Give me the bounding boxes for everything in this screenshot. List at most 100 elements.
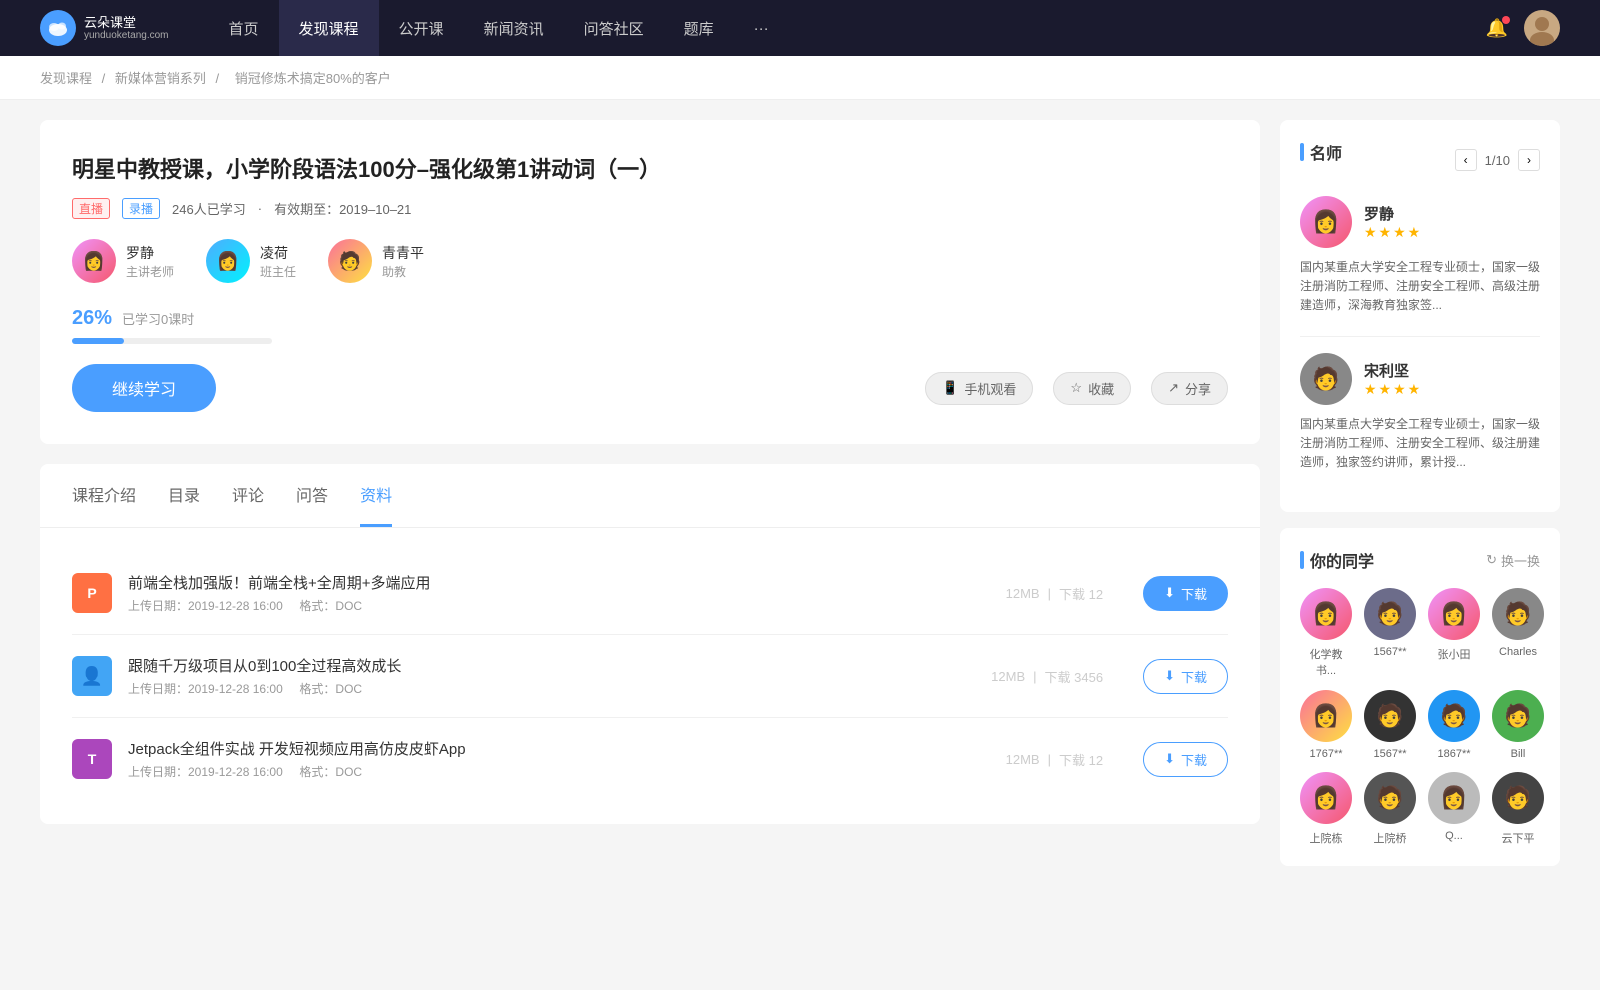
classmate-avatar-2[interactable]: 👩 [1428, 588, 1480, 640]
tab-catalog[interactable]: 目录 [168, 464, 200, 527]
notification-bell[interactable]: 🔔 [1486, 18, 1508, 39]
continue-button[interactable]: 继续学习 [72, 364, 216, 412]
instructor-avatar-1: 👩 [206, 239, 250, 283]
collect-button[interactable]: ☆ 收藏 [1053, 372, 1131, 405]
classmate-name-5: 1567** [1373, 748, 1406, 760]
classmate-avatar-7[interactable]: 🧑 [1492, 690, 1544, 742]
file-name-2: Jetpack全组件实战 开发短视频应用高仿皮皮虾App [128, 738, 990, 759]
tab-materials[interactable]: 资料 [360, 464, 392, 527]
instructor-avatar-0: 👩 [72, 239, 116, 283]
logo-sub: yunduoketang.com [84, 30, 169, 41]
download-icon-1: ⬇ [1164, 668, 1175, 684]
teacher-avatar-1[interactable]: 🧑 [1300, 353, 1352, 405]
instructor-name-2: 青青平 [382, 243, 424, 263]
download-icon-2: ⬇ [1164, 751, 1175, 767]
file-name-1: 跟随千万级项目从0到100全过程高效成长 [128, 655, 975, 676]
nav-public[interactable]: 公开课 [379, 0, 464, 56]
download-button-0[interactable]: ⬇ 下载 [1143, 576, 1228, 611]
tabs-body: P 前端全栈加强版！前端全栈+全周期+多端应用 上传日期：2019-12-28 … [40, 528, 1260, 824]
teacher-avatar-0[interactable]: 👩 [1300, 196, 1352, 248]
course-title: 明星中教授课，小学阶段语法100分–强化级第1讲动词（一） [72, 152, 1228, 184]
classmate-0: 👩 化学教书... [1300, 588, 1352, 678]
breadcrumb-series[interactable]: 新媒体营销系列 [115, 71, 206, 86]
classmate-avatar-8[interactable]: 👩 [1300, 772, 1352, 824]
breadcrumb-current: 销冠修炼术搞定80%的客户 [235, 71, 391, 86]
file-item-1: 👤 跟随千万级项目从0到100全过程高效成长 上传日期：2019-12-28 1… [72, 635, 1228, 718]
file-name-0: 前端全栈加强版！前端全栈+全周期+多端应用 [128, 572, 990, 593]
nav-news[interactable]: 新闻资讯 [464, 0, 564, 56]
teacher-stars-1: ★★★★ [1364, 381, 1422, 398]
file-stats-2: 12MB | 下载 12 [1006, 750, 1103, 769]
logo[interactable]: 云朵课堂 yunduoketang.com [40, 10, 169, 46]
classmate-avatar-0[interactable]: 👩 [1300, 588, 1352, 640]
teacher-item-1: 🧑 宋利坚 ★★★★ 国内某重点大学安全工程专业硕士，国家一级注册消防工程师、注… [1300, 353, 1540, 473]
tab-intro[interactable]: 课程介绍 [72, 464, 136, 527]
nav-more[interactable]: ··· [734, 0, 789, 56]
teachers-card: 名师 ‹ 1/10 › 👩 罗静 ★★★★ 国 [1280, 120, 1560, 512]
file-icon-0: P [72, 573, 112, 613]
phone-icon: 📱 [942, 380, 958, 396]
file-info-0: 前端全栈加强版！前端全栈+全周期+多端应用 上传日期：2019-12-28 16… [128, 572, 990, 614]
classmates-grid: 👩 化学教书... 🧑 1567** 👩 张小田 🧑 Charles 👩 [1300, 588, 1540, 846]
teachers-next-button[interactable]: › [1518, 149, 1540, 171]
classmate-name-7: Bill [1511, 748, 1526, 760]
instructor-name-1: 凌荷 [260, 243, 296, 263]
progress-text: 已学习0课时 [122, 309, 194, 328]
classmate-name-0: 化学教书... [1300, 646, 1352, 678]
classmate-avatar-10[interactable]: 👩 [1428, 772, 1480, 824]
badge-live: 直播 [72, 198, 110, 219]
instructor-role-0: 主讲老师 [126, 263, 174, 280]
tabs-card: 课程介绍 目录 评论 问答 资料 P 前端全栈加强版！前端全栈+全周期+多端应用… [40, 464, 1260, 824]
nav-questions[interactable]: 题库 [664, 0, 734, 56]
teachers-section-title: 名师 [1300, 140, 1342, 164]
classmate-name-9: 上院桥 [1374, 830, 1407, 846]
classmates-card: 你的同学 ↻ 换一换 👩 化学教书... 🧑 1567** 👩 张小田 [1280, 528, 1560, 866]
classmate-name-8: 上院栋 [1310, 830, 1343, 846]
instructor-avatar-2: 🧑 [328, 239, 372, 283]
classmate-7: 🧑 Bill [1492, 690, 1544, 760]
share-button[interactable]: ↗ 分享 [1151, 372, 1228, 405]
nav-home[interactable]: 首页 [209, 0, 279, 56]
file-info-1: 跟随千万级项目从0到100全过程高效成长 上传日期：2019-12-28 16:… [128, 655, 975, 697]
classmate-name-11: 云下平 [1502, 830, 1535, 846]
progress-fill [72, 338, 124, 344]
teachers-pagination: ‹ 1/10 › [1455, 149, 1540, 171]
teacher-item-0: 👩 罗静 ★★★★ 国内某重点大学安全工程专业硕士，国家一级注册消防工程师、注册… [1300, 196, 1540, 316]
share-icon: ↗ [1168, 380, 1179, 396]
classmate-avatar-9[interactable]: 🧑 [1364, 772, 1416, 824]
nav-discover[interactable]: 发现课程 [279, 0, 379, 56]
download-icon-0: ⬇ [1164, 585, 1175, 601]
mobile-view-button[interactable]: 📱 手机观看 [925, 372, 1033, 405]
classmate-4: 👩 1767** [1300, 690, 1352, 760]
right-sidebar: 名师 ‹ 1/10 › 👩 罗静 ★★★★ 国 [1280, 120, 1560, 882]
instructor-role-1: 班主任 [260, 263, 296, 280]
classmate-avatar-11[interactable]: 🧑 [1492, 772, 1544, 824]
file-icon-1: 👤 [72, 656, 112, 696]
classmates-header: 你的同学 ↻ 换一换 [1300, 548, 1540, 572]
refresh-button[interactable]: ↻ 换一换 [1486, 551, 1540, 570]
logo-icon [40, 10, 76, 46]
classmate-avatar-4[interactable]: 👩 [1300, 690, 1352, 742]
nav-qa[interactable]: 问答社区 [564, 0, 664, 56]
download-button-1[interactable]: ⬇ 下载 [1143, 659, 1228, 694]
classmates-title: 你的同学 [1300, 548, 1374, 572]
action-buttons: 📱 手机观看 ☆ 收藏 ↗ 分享 [925, 372, 1228, 405]
user-avatar[interactable] [1524, 10, 1560, 46]
classmate-avatar-1[interactable]: 🧑 [1364, 588, 1416, 640]
tab-review[interactable]: 评论 [232, 464, 264, 527]
classmate-name-2: 张小田 [1438, 646, 1471, 662]
breadcrumb-discover[interactable]: 发现课程 [40, 71, 92, 86]
tab-qa[interactable]: 问答 [296, 464, 328, 527]
left-content: 明星中教授课，小学阶段语法100分–强化级第1讲动词（一） 直播 录播 246人… [40, 120, 1260, 882]
teacher-stars-0: ★★★★ [1364, 224, 1422, 241]
nav-right: 🔔 [1486, 10, 1560, 46]
download-button-2[interactable]: ⬇ 下载 [1143, 742, 1228, 777]
refresh-icon: ↻ [1486, 552, 1497, 568]
classmate-avatar-3[interactable]: 🧑 [1492, 588, 1544, 640]
file-icon-2: T [72, 739, 112, 779]
classmate-avatar-6[interactable]: 🧑 [1428, 690, 1480, 742]
teachers-prev-button[interactable]: ‹ [1455, 149, 1477, 171]
main-layout: 明星中教授课，小学阶段语法100分–强化级第1讲动词（一） 直播 录播 246人… [0, 100, 1600, 902]
valid-date: 有效期至：2019–10–21 [274, 199, 411, 218]
classmate-avatar-5[interactable]: 🧑 [1364, 690, 1416, 742]
